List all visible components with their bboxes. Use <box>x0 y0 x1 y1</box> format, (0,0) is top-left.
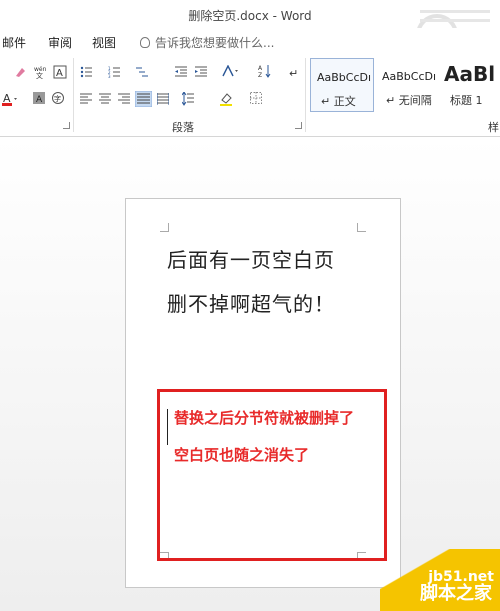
styles-gallery: AaBbCcDı ↵ 正文 AaBbCcDı ↵ 无间隔 AaBl 标题 1 <box>310 58 500 114</box>
character-shading-icon[interactable]: A <box>33 92 45 104</box>
title-bar: 删除空页.docx - Word <box>0 0 500 56</box>
styles-group-label: 样 <box>488 121 499 134</box>
svg-text:A: A <box>36 95 43 104</box>
style-sample: AaBl <box>444 62 496 86</box>
character-border-icon[interactable]: A <box>53 65 67 79</box>
show-formatting-marks-icon[interactable]: ↵ <box>287 66 299 78</box>
font-dialog-launcher[interactable] <box>63 122 70 129</box>
tell-me-search[interactable]: 告诉我您想要做什么... <box>140 34 274 51</box>
group-separator <box>305 58 306 132</box>
watermark: jb51.net 脚本之家 <box>380 549 500 611</box>
bullets-icon[interactable] <box>80 66 92 78</box>
lightbulb-icon <box>140 37 150 48</box>
distributed-icon[interactable] <box>157 93 169 105</box>
phonetic-guide-icon[interactable]: wén文 <box>34 65 48 79</box>
crop-mark <box>160 223 169 232</box>
group-separator <box>73 58 74 132</box>
style-sample: AaBbCcDı <box>317 71 372 84</box>
asian-layout-icon[interactable] <box>222 65 238 77</box>
paragraph-group-label: 段落 <box>172 121 194 134</box>
borders-icon[interactable] <box>250 92 262 104</box>
svg-text:↵: ↵ <box>289 67 298 78</box>
font-color-icon[interactable]: A <box>2 92 18 106</box>
numbering-icon[interactable]: 123 <box>108 66 120 78</box>
ribbon: wén 文 A A A 字 123 AZ ↵ 段落 AaBbCcDı ↵ 正文 A… <box>0 54 500 137</box>
tab-view[interactable]: 视图 <box>92 34 116 51</box>
multilevel-list-icon[interactable] <box>136 66 148 78</box>
svg-text:A: A <box>56 68 63 79</box>
justify-icon[interactable] <box>135 91 152 107</box>
tell-me-text: 告诉我您想要做什么... <box>155 36 275 50</box>
increase-indent-icon[interactable] <box>195 66 207 78</box>
watermark-brand: 脚本之家 <box>420 583 492 604</box>
decrease-indent-icon[interactable] <box>175 66 187 78</box>
svg-text:A: A <box>258 65 263 72</box>
document-line: 后面有一页空白页 <box>167 248 335 272</box>
style-heading-1[interactable]: AaBl 标题 1 <box>440 58 500 110</box>
tab-review[interactable]: 审阅 <box>48 34 72 51</box>
svg-text:文: 文 <box>36 71 43 79</box>
style-name: ↵ 无间隔 <box>386 94 432 107</box>
svg-text:3: 3 <box>108 74 111 78</box>
style-normal[interactable]: AaBbCcDı ↵ 正文 <box>310 58 374 112</box>
enclose-characters-icon[interactable]: 字 <box>52 92 64 104</box>
annotation-line: 空白页也随之消失了 <box>174 446 310 464</box>
shading-icon[interactable] <box>220 92 236 106</box>
style-name: 标题 1 <box>450 94 483 107</box>
align-center-icon[interactable] <box>99 93 111 105</box>
paragraph-dialog-launcher[interactable] <box>295 122 302 129</box>
style-name: ↵ 正文 <box>321 95 356 108</box>
align-right-icon[interactable] <box>118 93 130 105</box>
svg-text:Z: Z <box>258 72 262 78</box>
document-line: 删不掉啊超气的！ <box>167 292 335 316</box>
style-sample: AaBbCcDı <box>382 70 437 83</box>
decorative-line <box>420 10 490 13</box>
decorative-line <box>420 19 490 22</box>
text-cursor <box>167 409 168 445</box>
annotation-line: 替换之后分节符就被删掉了 <box>174 409 355 427</box>
line-spacing-icon[interactable] <box>182 92 198 106</box>
ribbon-tabs: 邮件 审阅 视图 告诉我您想要做什么... <box>0 28 500 54</box>
sort-icon[interactable]: AZ <box>258 64 272 78</box>
style-no-spacing[interactable]: AaBbCcDı ↵ 无间隔 <box>376 58 438 110</box>
svg-text:字: 字 <box>54 94 61 103</box>
clear-formatting-icon[interactable] <box>14 66 26 78</box>
tab-mailings[interactable]: 邮件 <box>2 34 26 51</box>
align-left-icon[interactable] <box>80 93 92 105</box>
crop-mark <box>357 223 366 232</box>
